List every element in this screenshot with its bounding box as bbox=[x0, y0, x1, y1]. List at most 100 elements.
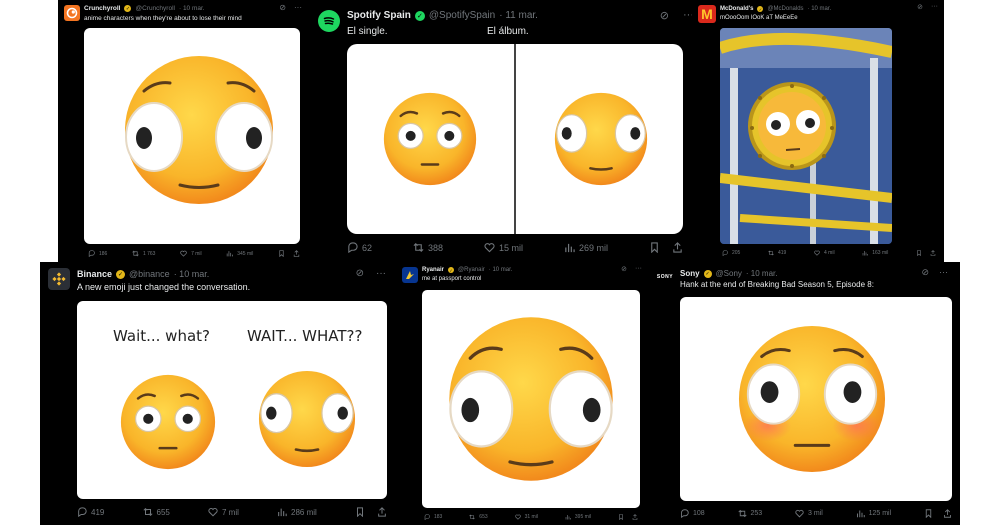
views-count: 125 mil bbox=[868, 510, 892, 517]
more-icon[interactable]: ··· bbox=[931, 3, 938, 11]
author-handle[interactable]: @SpotifySpain bbox=[429, 10, 495, 21]
views-icon bbox=[856, 510, 865, 518]
views-count: 163 mil bbox=[872, 250, 889, 256]
tweet-card-mcdonalds[interactable]: M McDonald's ✓ @McDonalds · 10 mar. ⊘ ··… bbox=[692, 0, 944, 262]
bookmark-icon[interactable] bbox=[355, 507, 365, 517]
more-icon[interactable]: ··· bbox=[939, 267, 948, 278]
tweet-media[interactable] bbox=[347, 44, 683, 234]
like-button[interactable]: 31 mil bbox=[514, 514, 538, 520]
tweet-date[interactable]: · 10 mar. bbox=[489, 267, 513, 273]
like-button[interactable]: 7 mil bbox=[180, 250, 202, 257]
grok-icon[interactable]: ⊘ bbox=[621, 265, 627, 273]
tweet-card-spotify[interactable]: Spotify Spain ✓ @SpotifySpain · 11 mar. … bbox=[310, 0, 710, 262]
avatar[interactable] bbox=[318, 10, 340, 32]
share-icon[interactable] bbox=[377, 507, 387, 517]
reply-button[interactable]: 62 bbox=[347, 242, 372, 253]
share-icon[interactable] bbox=[672, 242, 683, 253]
tweet-actions: 419 655 7 mil 286 mil bbox=[77, 507, 387, 517]
tweet-date[interactable]: · 10 mar. bbox=[746, 269, 778, 278]
tweet-media-photo[interactable] bbox=[720, 28, 892, 244]
bookmark-icon[interactable] bbox=[916, 250, 922, 256]
share-icon[interactable] bbox=[632, 514, 638, 520]
retweet-button[interactable]: 388 bbox=[413, 242, 443, 253]
bookmark-icon[interactable] bbox=[924, 509, 933, 518]
tweet-media[interactable] bbox=[680, 297, 952, 501]
views-button[interactable]: 269 mil bbox=[564, 242, 608, 253]
retweet-count: 1 763 bbox=[142, 250, 156, 257]
tweet-card-sony[interactable]: SONY Sony ✓ @Sony · 10 mar. ⊘ ··· Hank a… bbox=[650, 262, 960, 525]
tweet-date[interactable]: · 11 mar. bbox=[499, 10, 538, 21]
reply-button[interactable]: 205 bbox=[722, 250, 740, 256]
author-name[interactable]: Sony bbox=[680, 269, 700, 278]
tweet-media[interactable] bbox=[84, 28, 300, 244]
tweet-media[interactable]: Wait... what? WAIT... WHAT?? bbox=[77, 301, 387, 499]
retweet-button[interactable]: 655 bbox=[142, 507, 170, 517]
like-button[interactable]: 7 mil bbox=[208, 507, 239, 517]
tweet-media[interactable] bbox=[422, 290, 640, 508]
tweet-text: A new emoji just changed the conversatio… bbox=[77, 282, 251, 292]
tweet-date[interactable]: · 10 mar. bbox=[174, 269, 210, 279]
views-count: 395 mil bbox=[574, 514, 592, 520]
tweet-date[interactable]: · 10 mar. bbox=[808, 6, 832, 12]
author-name[interactable]: Ryanair bbox=[422, 267, 444, 273]
avatar[interactable]: M bbox=[698, 5, 716, 23]
tweet-text: Hank at the end of Breaking Bad Season 5… bbox=[680, 280, 874, 289]
retweet-button[interactable]: 419 bbox=[768, 250, 786, 256]
more-icon[interactable]: ··· bbox=[376, 268, 386, 279]
grok-icon[interactable]: ⊘ bbox=[921, 267, 929, 278]
author-handle[interactable]: @Sony bbox=[716, 269, 742, 278]
author-name[interactable]: Crunchyroll bbox=[84, 5, 120, 12]
bookmark-icon[interactable] bbox=[618, 514, 624, 520]
binance-logo-icon bbox=[52, 272, 66, 286]
retweet-button[interactable]: 653 bbox=[469, 514, 488, 520]
reply-button[interactable]: 419 bbox=[77, 507, 104, 517]
more-icon[interactable]: ··· bbox=[635, 265, 642, 273]
bookmark-icon[interactable] bbox=[649, 242, 660, 253]
reply-count: 186 bbox=[99, 250, 108, 257]
author-name[interactable]: Spotify Spain bbox=[347, 10, 411, 21]
tweet-text: El single. bbox=[347, 26, 388, 37]
like-count: 15 mil bbox=[498, 242, 523, 253]
reply-button[interactable]: 183 bbox=[424, 514, 442, 520]
author-handle[interactable]: @binance bbox=[129, 269, 170, 279]
like-button[interactable]: 4 mil bbox=[814, 250, 835, 256]
share-icon[interactable] bbox=[930, 250, 936, 256]
grok-icon[interactable]: ⊘ bbox=[279, 3, 286, 12]
avatar[interactable]: SONY bbox=[654, 270, 676, 284]
like-count: 31 mil bbox=[524, 514, 538, 520]
avatar[interactable] bbox=[402, 267, 418, 283]
grok-icon[interactable]: ⊘ bbox=[917, 3, 923, 11]
like-button[interactable]: 3 mil bbox=[795, 509, 823, 518]
retweet-button[interactable]: 253 bbox=[737, 509, 762, 518]
retweet-button[interactable]: 1 763 bbox=[132, 250, 156, 257]
tweet-date[interactable]: · 10 mar. bbox=[179, 5, 205, 12]
author-handle[interactable]: @McDonalds bbox=[767, 6, 803, 12]
views-button[interactable]: 163 mil bbox=[862, 250, 888, 256]
share-icon[interactable] bbox=[293, 250, 300, 257]
author-name[interactable]: McDonald's bbox=[720, 6, 753, 12]
avatar[interactable] bbox=[48, 268, 70, 290]
like-icon bbox=[514, 514, 521, 520]
tweet-card-crunchyroll[interactable]: Crunchyroll ✓ @Crunchyroll · 10 mar. ⊘ ·… bbox=[58, 0, 310, 262]
share-icon[interactable] bbox=[943, 509, 952, 518]
author-handle[interactable]: @Ryanair bbox=[458, 267, 485, 273]
views-icon bbox=[278, 508, 287, 517]
tweet-card-ryanair[interactable]: Ryanair ✓ @Ryanair · 10 mar. ⊘ ··· me at… bbox=[398, 262, 650, 525]
views-button[interactable]: 125 mil bbox=[856, 509, 892, 518]
like-button[interactable]: 15 mil bbox=[484, 242, 523, 253]
bookmark-icon[interactable] bbox=[278, 250, 285, 257]
reply-button[interactable]: 186 bbox=[88, 250, 107, 257]
tweet-actions: 62 388 15 mil 269 mil bbox=[347, 242, 683, 253]
tweet-card-binance[interactable]: Binance ✓ @binance · 10 mar. ⊘ ··· A new… bbox=[40, 262, 398, 525]
author-handle[interactable]: @Crunchyroll bbox=[135, 5, 174, 12]
grok-icon[interactable]: ⊘ bbox=[660, 9, 669, 22]
grok-icon[interactable]: ⊘ bbox=[356, 268, 364, 279]
reply-button[interactable]: 108 bbox=[680, 509, 705, 518]
views-button[interactable]: 286 mil bbox=[277, 507, 317, 517]
more-icon[interactable]: ··· bbox=[294, 3, 302, 12]
views-button[interactable]: 345 mil bbox=[226, 250, 253, 257]
author-name[interactable]: Binance bbox=[77, 269, 112, 279]
avatar[interactable] bbox=[64, 5, 80, 21]
reply-icon bbox=[88, 250, 95, 257]
views-button[interactable]: 395 mil bbox=[565, 514, 591, 520]
